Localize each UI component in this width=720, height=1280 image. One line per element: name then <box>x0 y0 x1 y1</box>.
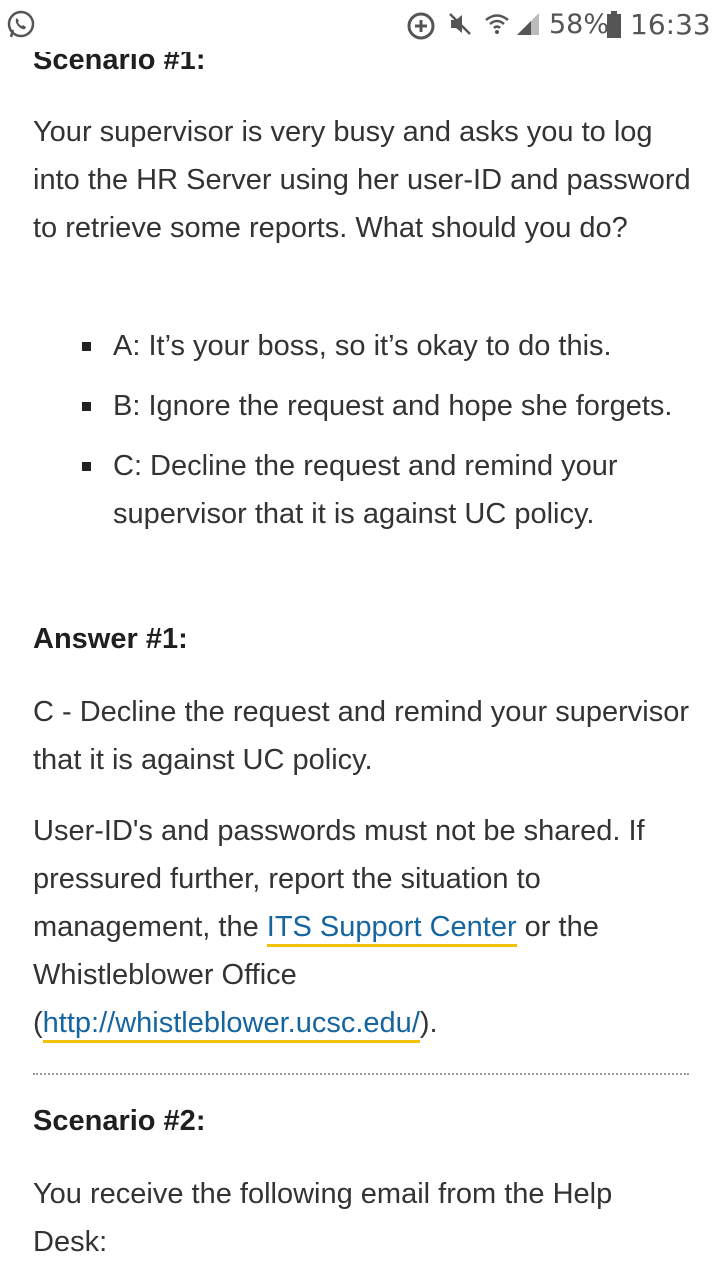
scenario-1-question: Your supervisor is very busy and asks yo… <box>33 116 691 244</box>
option-c-text: C: Decline the request and remind your s… <box>113 450 618 530</box>
option-b-text: B: Ignore the request and hope she forge… <box>113 390 673 422</box>
option-a: A: It’s your boss, so it’s okay to do th… <box>33 322 693 370</box>
answer-1-text: C - Decline the request and remind your … <box>33 696 690 776</box>
whistleblower-link[interactable]: http://whistleblower.ucsc.edu/ <box>43 1007 420 1039</box>
add-circle-icon <box>405 10 437 42</box>
bullet-icon <box>82 462 91 471</box>
scenario-1-options: A: It’s your boss, so it’s okay to do th… <box>33 322 693 538</box>
wifi-icon <box>482 10 512 40</box>
option-b: B: Ignore the request and hope she forge… <box>33 382 693 430</box>
bullet-icon <box>82 402 91 411</box>
option-c: C: Decline the request and remind your s… <box>33 442 693 538</box>
battery-icon <box>604 10 624 40</box>
scenario-2-intro: You receive the following email from the… <box>33 1178 613 1258</box>
answer-1-explanation: User-ID's and passwords must not be shar… <box>33 807 693 1047</box>
whatsapp-icon <box>4 8 38 42</box>
section-divider <box>33 1073 689 1075</box>
answer-1-heading: Answer #1: <box>33 623 188 655</box>
bullet-icon <box>82 342 91 351</box>
mute-icon <box>446 10 474 38</box>
scenario-2-heading: Scenario #2: <box>33 1105 206 1137</box>
option-a-text: A: It’s your boss, so it’s okay to do th… <box>113 330 612 362</box>
status-bar: 58% 16:33 <box>0 0 720 52</box>
battery-percentage: 58% <box>549 9 610 40</box>
signal-icon <box>514 10 542 38</box>
clock: 16:33 <box>630 8 711 41</box>
explanation-text-after: ). <box>419 1007 438 1039</box>
its-support-center-link[interactable]: ITS Support Center <box>267 911 517 943</box>
